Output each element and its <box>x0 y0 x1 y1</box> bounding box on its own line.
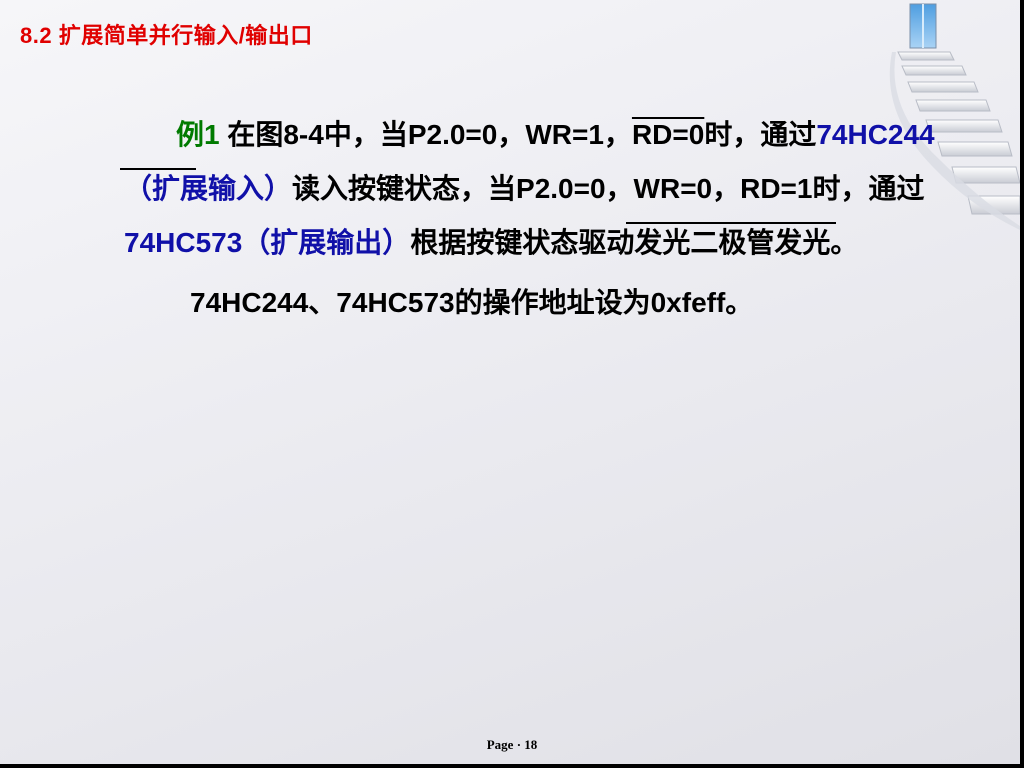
slide-body: 例1 在图8-4中，当P2.0=0，WR=1，RD=0时，通过74HC244（扩… <box>124 108 944 330</box>
page-number: 18 <box>524 737 538 752</box>
example-text-1: 在图8-4中，当P2.0=0，WR=1， <box>219 119 632 150</box>
example-text-2: 时，通过 <box>704 119 817 150</box>
page-footer: Page · 18 <box>0 737 1024 753</box>
example-label: 例1 <box>176 119 220 150</box>
slide-title: 8.2 扩展简单并行输入/输出口 <box>20 23 313 48</box>
chip-output-label: 74HC573（扩展输出） <box>124 227 411 258</box>
overline-mark-2 <box>626 222 836 224</box>
example-text-4: 根据按键状态驱动发光二极管发光。 <box>410 227 859 258</box>
example-paragraph: 例1 在图8-4中，当P2.0=0，WR=1，RD=0时，通过74HC244（扩… <box>124 108 944 270</box>
address-paragraph: 74HC244、74HC573的操作地址设为0xfeff。 <box>190 287 754 318</box>
rd-signal-overline: RD=0 <box>631 119 705 150</box>
example-text-3: 读入按键状态，当P2.0=0，WR=0，RD=1时，通过 <box>292 173 925 204</box>
page-separator: · <box>516 737 522 752</box>
page-label: Page <box>486 737 514 752</box>
overline-mark-1 <box>120 168 196 170</box>
